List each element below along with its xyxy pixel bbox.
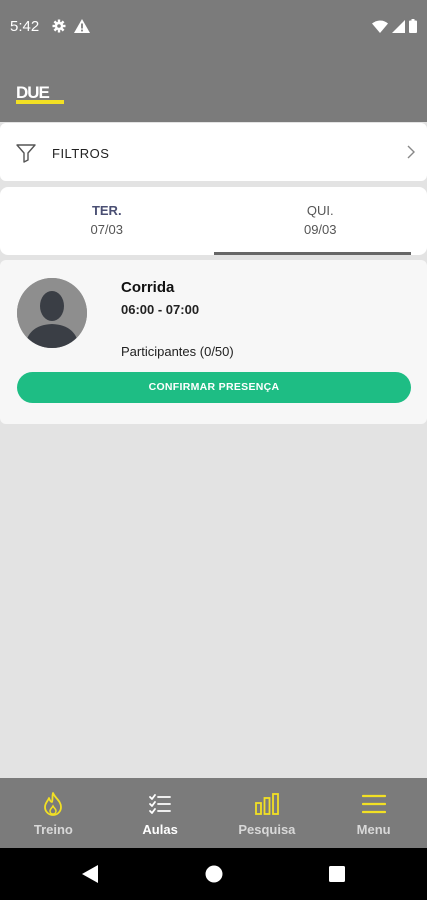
battery-icon: [409, 19, 417, 33]
warning-icon: [74, 19, 90, 33]
nav-item-pesquisa[interactable]: Pesquisa: [214, 778, 321, 848]
day-tabs: TER. 07/03 QUI. 09/03: [0, 187, 427, 255]
home-icon[interactable]: [205, 865, 223, 883]
flame-icon: [44, 792, 63, 816]
settings-icon: [52, 19, 66, 33]
nav-label: Pesquisa: [238, 822, 296, 837]
tab-day-name: QUI.: [306, 203, 334, 218]
system-navigation-bar: [0, 848, 427, 900]
recents-icon[interactable]: [329, 866, 345, 882]
confirm-attendance-button[interactable]: CONFIRMAR PRESENÇA: [17, 372, 411, 403]
status-bar: 5:42: [0, 0, 427, 57]
nav-item-menu[interactable]: Menu: [320, 778, 427, 848]
bottom-nav: Treino Aulas Pesquisa Menu: [0, 778, 427, 848]
tab-day-name: TER.: [91, 203, 122, 218]
tab-day-date: 09/03: [303, 222, 337, 237]
class-time: 06:00 - 07:00: [121, 302, 200, 317]
nav-label: Aulas: [142, 822, 178, 837]
filter-icon: [16, 144, 36, 163]
participants-count: Participantes (0/50): [121, 344, 234, 359]
tab-day-tuesday[interactable]: TER. 07/03: [0, 187, 214, 255]
checklist-icon: [149, 794, 172, 814]
nav-label: Menu: [356, 822, 391, 837]
brand-logo: DUE: [16, 83, 64, 104]
filters-label: FILTROS: [52, 146, 110, 161]
svg-text:DUE: DUE: [16, 83, 50, 102]
status-time: 5:42: [10, 18, 40, 35]
chevron-right-icon: [407, 145, 415, 159]
avatar: [17, 278, 87, 348]
active-tab-indicator: [213, 252, 411, 255]
tab-day-date: 07/03: [90, 222, 124, 237]
wifi-icon: [372, 20, 388, 33]
nav-label: Treino: [33, 822, 73, 837]
nav-item-treino[interactable]: Treino: [0, 778, 107, 848]
class-card: Corrida 06:00 - 07:00 Participantes (0/5…: [0, 260, 427, 424]
back-icon[interactable]: [82, 865, 98, 883]
class-title: Corrida: [121, 279, 175, 296]
tab-day-thursday[interactable]: QUI. 09/03: [213, 187, 427, 255]
signal-icon: [392, 19, 405, 33]
bar-chart-icon: [254, 793, 279, 815]
filters-row[interactable]: FILTROS: [0, 123, 427, 181]
person-silhouette-icon: [17, 278, 87, 348]
hamburger-menu-icon: [361, 794, 386, 814]
app-bar: DUE: [0, 57, 427, 122]
nav-item-aulas[interactable]: Aulas: [107, 778, 214, 848]
